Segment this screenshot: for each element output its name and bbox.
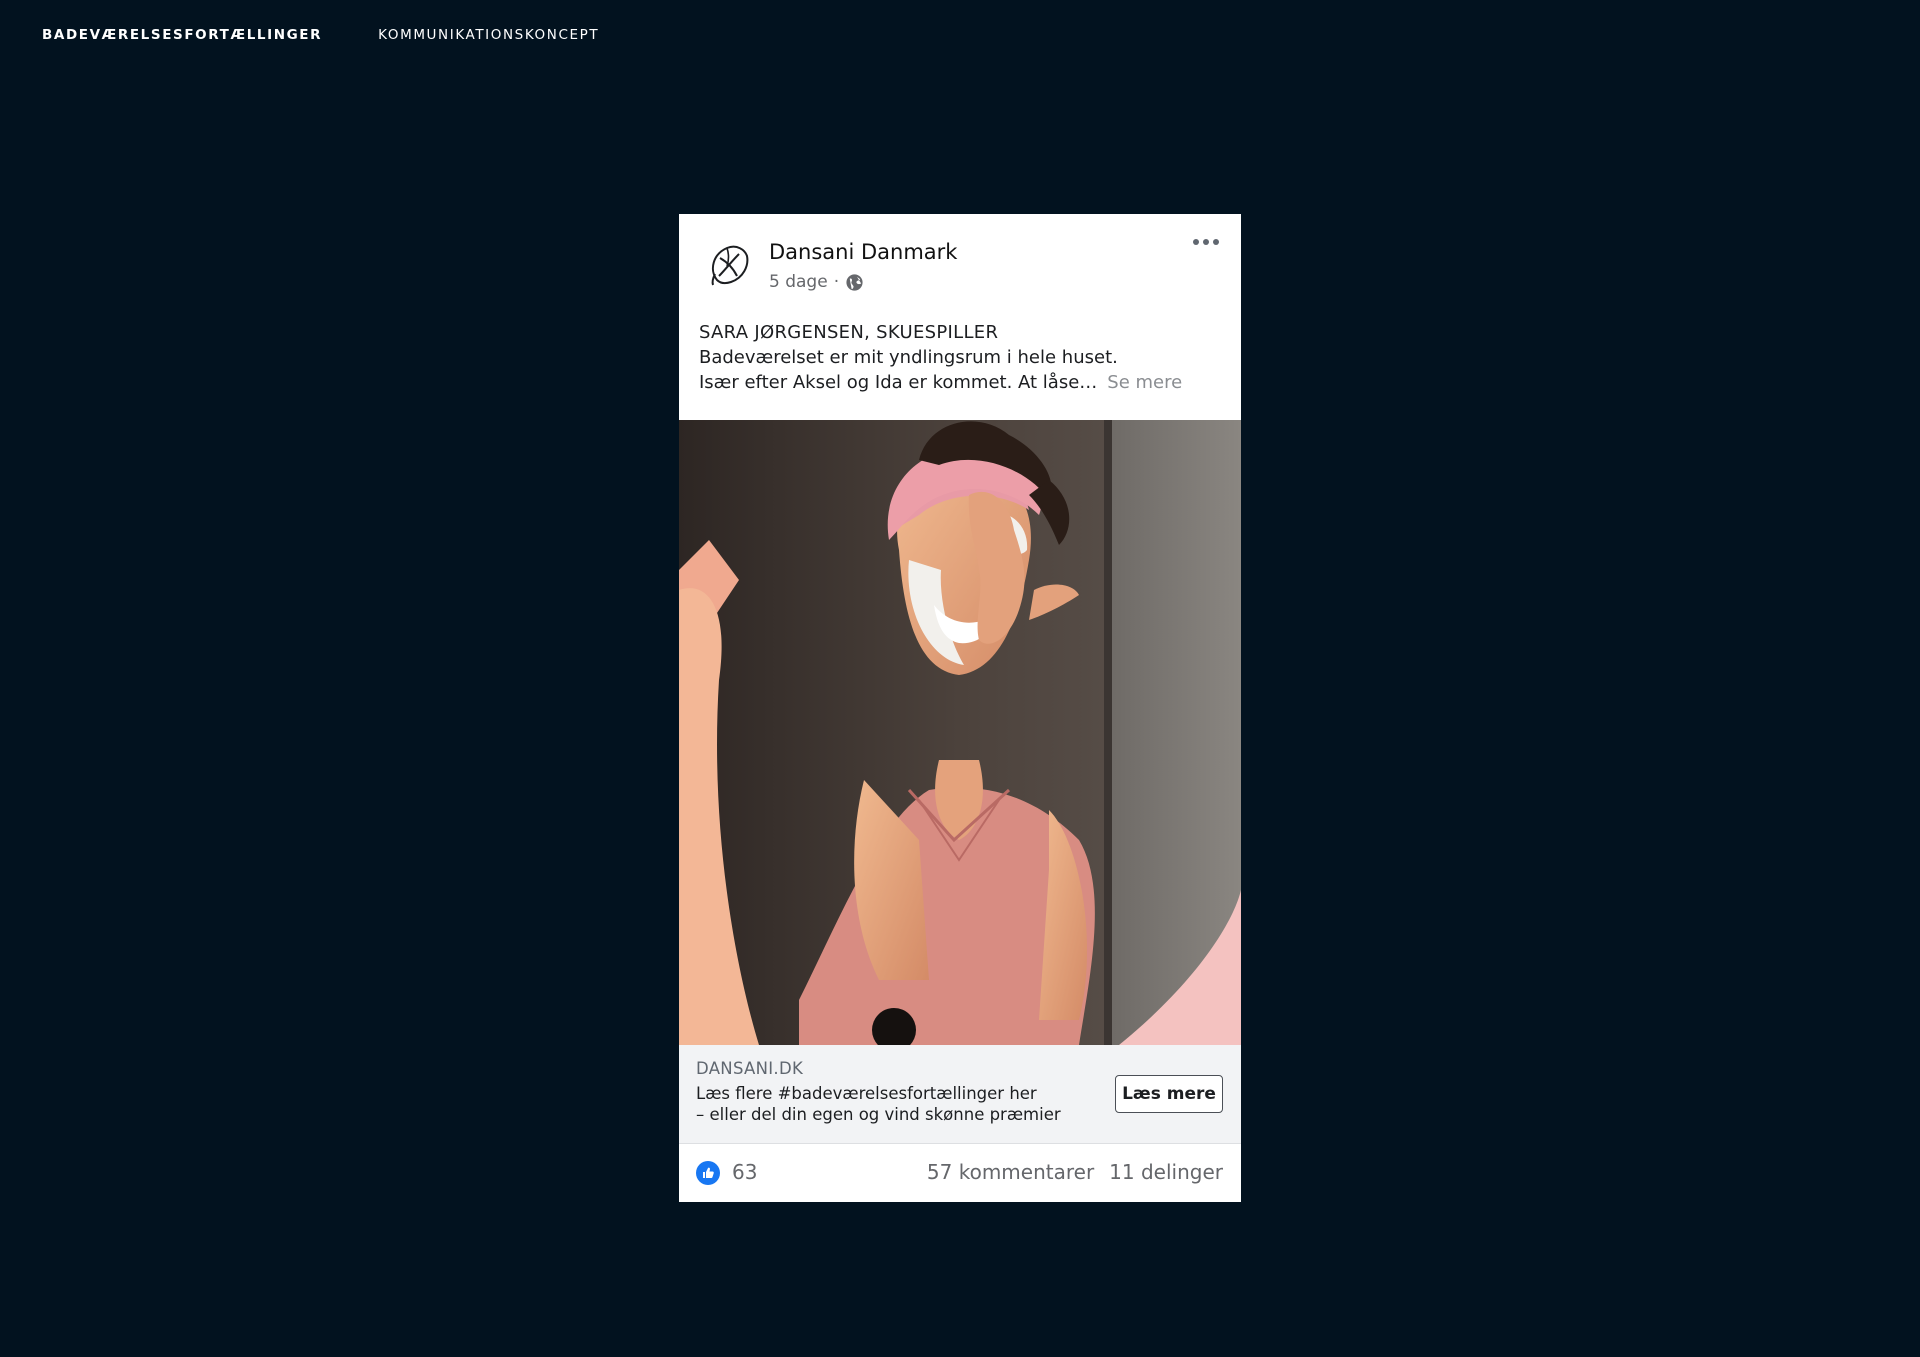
- link-title-line1: Læs flere #badeværelsesfortællinger her: [696, 1084, 1037, 1103]
- page-name[interactable]: Dansani Danmark: [769, 240, 957, 264]
- engagement-counts: 57 kommentarer 11 delinger: [927, 1160, 1223, 1184]
- post-photo[interactable]: [679, 420, 1241, 1045]
- post-heading: SARA JØRGENSEN, SKUESPILLER: [699, 322, 999, 343]
- more-options-button[interactable]: [1189, 232, 1223, 252]
- link-title-line2: – eller del din egen og vind skønne præm…: [696, 1105, 1061, 1124]
- laes-mere-button[interactable]: Læs mere: [1115, 1075, 1223, 1113]
- post-text-line2: Især efter Aksel og Ida er kommet. At lå…: [699, 370, 1223, 395]
- social-post-card: Dansani Danmark 5 dage · SARA JØRGENSEN,…: [679, 214, 1241, 1202]
- link-preview[interactable]: DANSANI.DK Læs flere #badeværelsesfortæl…: [679, 1045, 1241, 1144]
- more-dots-icon: [1193, 239, 1199, 245]
- like-icon[interactable]: [696, 1161, 720, 1185]
- post-text-line1: Badeværelset er mit yndlingsrum i hele h…: [699, 347, 1118, 368]
- share-count[interactable]: 11 delinger: [1109, 1160, 1223, 1184]
- post-text: SARA JØRGENSEN, SKUESPILLER Badeværelset…: [699, 320, 1223, 395]
- post-meta: 5 dage ·: [769, 272, 864, 292]
- comment-count[interactable]: 57 kommentarer: [927, 1160, 1094, 1184]
- link-domain: DANSANI.DK: [696, 1059, 804, 1078]
- nav-link-kommunikationskoncept[interactable]: KOMMUNIKATIONSKONCEPT: [378, 26, 599, 44]
- post-time[interactable]: 5 dage: [769, 272, 828, 292]
- link-title: Læs flere #badeværelsesfortællinger her …: [696, 1083, 1096, 1125]
- globe-icon: [845, 273, 864, 292]
- top-nav: BADEVÆRELSESFORTÆLLINGER KOMMUNIKATIONSK…: [42, 26, 599, 44]
- nav-link-badevaerelsesfortaellinger[interactable]: BADEVÆRELSESFORTÆLLINGER: [42, 26, 322, 44]
- more-dot: [1213, 239, 1219, 245]
- brand-logo-icon: [711, 245, 749, 286]
- post-text-line2-content: Især efter Aksel og Ida er kommet. At lå…: [699, 372, 1098, 393]
- post-header: Dansani Danmark 5 dage ·: [679, 214, 1241, 314]
- post-photo-illustration: [679, 420, 1241, 1045]
- brand-logo-avatar[interactable]: [703, 240, 753, 290]
- post-footer: 63 57 kommentarer 11 delinger: [679, 1144, 1241, 1202]
- see-more-link[interactable]: Se mere: [1107, 372, 1182, 393]
- meta-separator: ·: [833, 272, 840, 292]
- like-count[interactable]: 63: [732, 1160, 757, 1184]
- more-dot: [1203, 239, 1209, 245]
